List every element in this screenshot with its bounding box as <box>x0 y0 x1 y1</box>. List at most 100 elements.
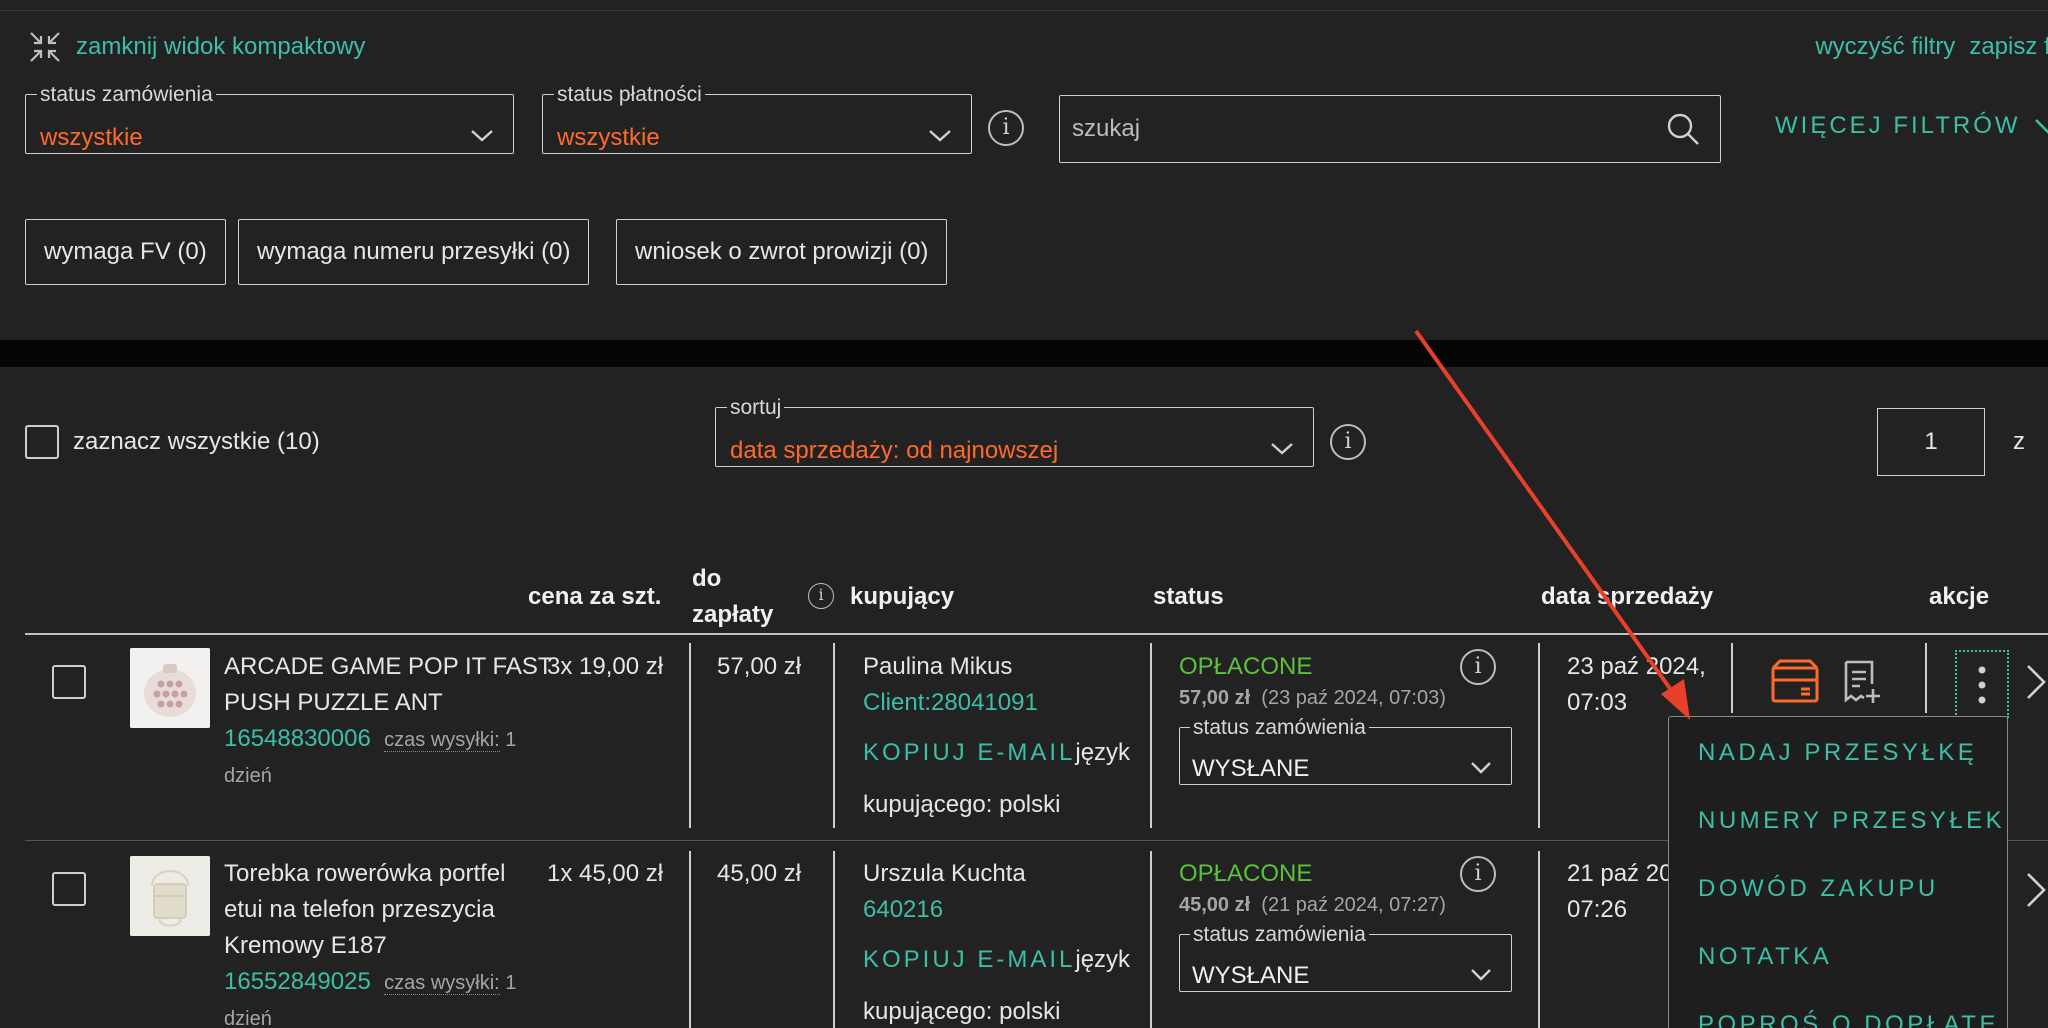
order-status-label: status zamówienia <box>40 83 213 106</box>
buyer-login-link[interactable]: Client:28041091 <box>863 685 1038 721</box>
shipping-time-value: 1 <box>499 729 517 751</box>
chevron-down-icon <box>471 130 493 142</box>
shipping-time-unit: dzień <box>224 765 272 787</box>
column-divider <box>1731 643 1733 713</box>
product-image <box>130 648 210 728</box>
product-title[interactable]: ARCADE GAME POP IT FAST PUSH PUZZLE ANT … <box>224 649 553 794</box>
chevron-right-icon[interactable] <box>2024 662 2048 702</box>
chip-requires-invoice[interactable]: wymaga FV (0) <box>25 219 226 285</box>
select-all-label: zaznacz wszystkie (10) <box>73 428 320 455</box>
chip-commission-refund[interactable]: wniosek o zwrot prowizji (0) <box>616 219 948 285</box>
column-divider <box>833 851 835 1028</box>
info-icon[interactable]: i <box>1460 649 1496 685</box>
amount-to-pay: 57,00 zł <box>717 653 802 680</box>
kebab-menu-icon <box>1978 666 1986 704</box>
chevron-down-icon <box>1471 762 1491 774</box>
paid-date: (21 paź 2024, 07:27) <box>1261 894 1446 916</box>
search-icon[interactable] <box>1666 112 1700 146</box>
section-divider <box>0 340 2048 367</box>
sale-date: 21 paź 20 <box>1567 860 1673 887</box>
buyer-language-value: kupującego: polski <box>863 998 1061 1025</box>
save-filters-link[interactable]: zapisz filtry <box>1969 33 2048 61</box>
sort-select[interactable]: sortuj data sprzedaży: od najnowszej <box>715 397 1314 467</box>
menu-item-note[interactable]: NOTATKA <box>1698 943 1832 971</box>
buyer-login-link[interactable]: 640216 <box>863 892 943 928</box>
unit-price: 3x 19,00 zł <box>547 653 664 680</box>
menu-item-proof-of-purchase[interactable]: DOWÓD ZAKUPU <box>1698 875 1939 903</box>
search-input[interactable]: szukaj <box>1059 95 1721 163</box>
chip-requires-tracking-number[interactable]: wymaga numeru przesyłki (0) <box>238 219 590 285</box>
sale-time: 07:26 <box>1567 896 1628 923</box>
payment-status-select[interactable]: status płatności wszystkie <box>542 84 972 154</box>
header-sale-date: data sprzedaży <box>1541 583 1714 610</box>
order-status-select[interactable]: status zamówienia WYSŁANE <box>1179 717 1512 785</box>
order-status-select[interactable]: status zamówienia wszystkie <box>25 84 514 154</box>
close-compact-view-link[interactable]: zamknij widok kompaktowy <box>28 30 365 64</box>
buyer-name: Urszula Kuchta <box>863 860 1026 887</box>
offer-id-link[interactable]: 16548830006 <box>224 725 371 752</box>
more-actions-button[interactable] <box>1955 650 2009 718</box>
order-status-label: status zamówienia <box>1193 716 1366 739</box>
product-thumbnail[interactable] <box>130 648 210 728</box>
top-divider <box>0 10 2048 11</box>
row-checkbox[interactable] <box>52 665 86 699</box>
page-of-label: z <box>2013 428 2025 455</box>
more-filters-label: WIĘCEJ FILTRÓW <box>1775 112 2021 139</box>
clear-filters-link[interactable]: wyczyść filtry <box>1815 33 1955 61</box>
buyer-name: Paulina Mikus <box>863 653 1013 680</box>
select-all-checkbox[interactable] <box>25 425 59 459</box>
header-actions: akcje <box>1929 583 1990 610</box>
header-buyer: kupujący <box>850 583 955 610</box>
chevron-down-icon <box>1471 969 1491 981</box>
chevron-down-icon <box>929 130 951 142</box>
receipt-add-icon[interactable] <box>1842 658 1882 706</box>
shipping-time-label: czas wysyłki: <box>384 972 500 995</box>
menu-item-send-shipment[interactable]: NADAJ PRZESYŁKĘ <box>1698 739 1977 767</box>
column-divider <box>833 643 835 828</box>
info-icon[interactable]: i <box>1330 424 1366 460</box>
unit-price: 1x 45,00 zł <box>547 860 664 887</box>
chevron-down-icon <box>1271 443 1293 455</box>
more-filters-button[interactable]: WIĘCEJ FILTRÓW <box>1775 112 2048 140</box>
payment-status-value: wszystkie <box>557 124 660 151</box>
chevron-right-icon[interactable] <box>2024 870 2048 910</box>
column-divider <box>1538 851 1540 1028</box>
header-status: status <box>1153 583 1224 610</box>
sort-label: sortuj <box>730 396 782 419</box>
offer-id-link[interactable]: 16552849025 <box>224 968 371 995</box>
column-divider <box>1925 643 1927 713</box>
actions-dropdown-menu: NADAJ PRZESYŁKĘ NUMERY PRZESYŁEK DOWÓD Z… <box>1668 716 2008 1028</box>
menu-item-tracking-numbers[interactable]: NUMERY PRZESYŁEK <box>1698 807 2005 835</box>
order-status-value: WYSŁANE <box>1192 755 1310 782</box>
buyer-language-label: język <box>1075 946 1131 973</box>
paid-date: (23 paź 2024, 07:03) <box>1261 687 1446 709</box>
info-icon[interactable]: i <box>1460 856 1496 892</box>
header-to-pay-line1: do <box>692 565 722 592</box>
copy-email-button[interactable]: KOPIUJ E-MAIL <box>863 739 1075 766</box>
table-header-divider <box>25 633 2048 635</box>
order-status-label: status zamówienia <box>1193 923 1366 946</box>
chevron-down-icon <box>2034 119 2048 134</box>
info-icon[interactable]: i <box>808 583 834 609</box>
amount-to-pay: 45,00 zł <box>717 860 802 887</box>
order-status-value: wszystkie <box>40 124 143 151</box>
collapse-icon <box>30 32 60 62</box>
buyer-language-value: kupującego: polski <box>863 791 1061 818</box>
product-title[interactable]: Torebka rowerówka portfel etui na telefo… <box>224 856 516 1028</box>
paid-amount: 45,00 zł <box>1179 894 1251 916</box>
header-price: cena za szt. <box>528 583 662 610</box>
close-compact-view-label: zamknij widok kompaktowy <box>76 33 366 60</box>
order-status-select[interactable]: status zamówienia WYSŁANE <box>1179 924 1512 992</box>
sort-value: data sprzedaży: od najnowszej <box>730 437 1059 464</box>
copy-email-button[interactable]: KOPIUJ E-MAIL <box>863 946 1075 973</box>
header-to-pay-line2: zapłaty <box>692 601 774 628</box>
shipment-box-icon[interactable] <box>1770 658 1820 704</box>
shipping-time-label: czas wysyłki: <box>384 729 500 752</box>
menu-item-request-surcharge[interactable]: POPROŚ O DOPŁATĘ <box>1698 1011 1999 1028</box>
product-thumbnail[interactable] <box>130 856 210 936</box>
buyer-language-label: język <box>1075 739 1131 766</box>
page-number-input[interactable]: 1 <box>1877 408 1985 476</box>
info-icon[interactable]: i <box>988 110 1024 146</box>
column-divider <box>1538 643 1540 828</box>
row-checkbox[interactable] <box>52 872 86 906</box>
